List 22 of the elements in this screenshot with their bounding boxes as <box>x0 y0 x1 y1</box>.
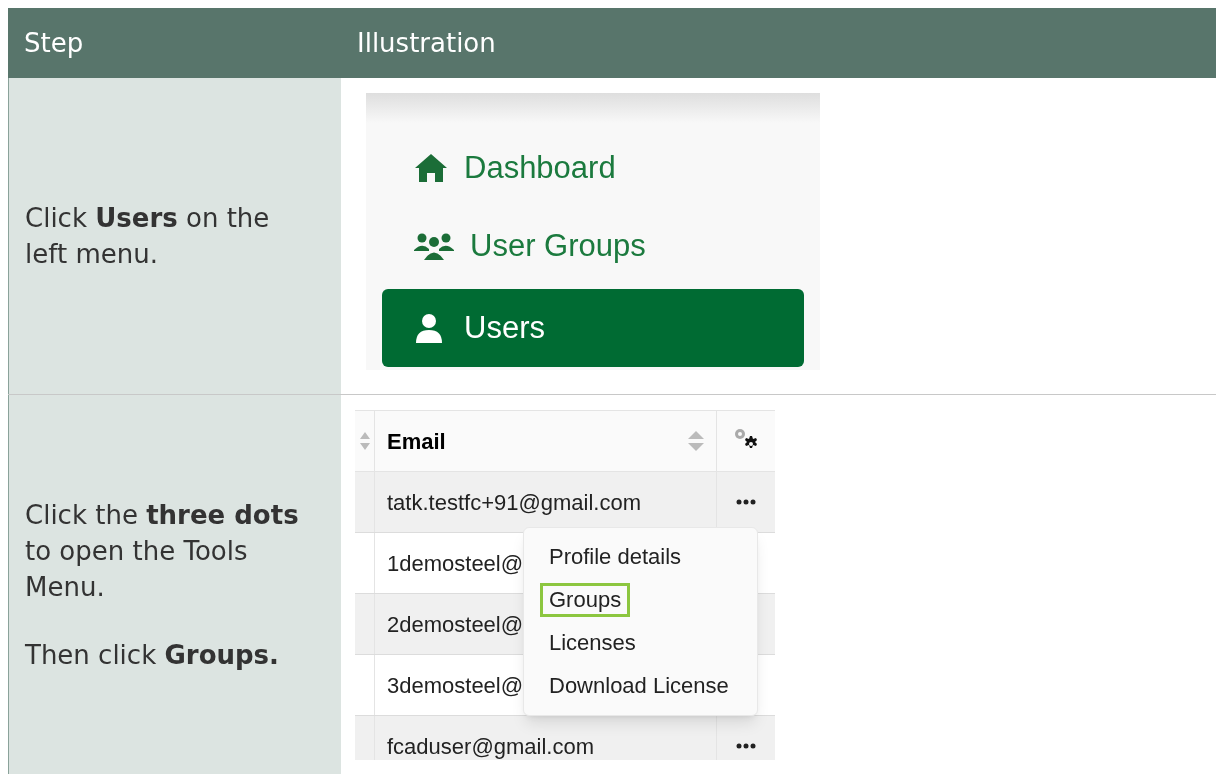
menu-item[interactable]: Groups <box>540 583 631 617</box>
table-cell-text: 2demosteel@ <box>387 610 524 639</box>
step-text: Then click Groups. <box>25 638 280 672</box>
nav-item[interactable]: User Groups <box>382 211 804 281</box>
step-text: Click Users on the left menu. <box>25 202 271 271</box>
table-cell-text: 1demosteel@ <box>387 549 524 578</box>
home-icon <box>414 153 448 183</box>
menu-item[interactable]: Download License <box>540 669 738 703</box>
step-text: Click the three dots to open the Tools Menu. <box>25 498 300 604</box>
more-icon[interactable] <box>736 499 756 505</box>
menu-item[interactable]: Profile details <box>540 540 691 574</box>
nav-item[interactable]: Users <box>382 289 804 367</box>
nav-item[interactable]: Dashboard <box>382 133 804 203</box>
group-icon <box>414 232 454 260</box>
table-cell-text: 3demosteel@ <box>387 671 524 700</box>
more-icon[interactable] <box>736 743 756 749</box>
table-cell-text: tatk.testfc+91@gmail.com <box>387 488 642 517</box>
column-header: Illustration <box>356 26 497 60</box>
table-cell-text: fcaduser@gmail.com <box>387 732 594 760</box>
user-icon <box>414 313 444 343</box>
menu-item[interactable]: Licenses <box>540 626 645 660</box>
column-header: Step <box>23 26 85 60</box>
